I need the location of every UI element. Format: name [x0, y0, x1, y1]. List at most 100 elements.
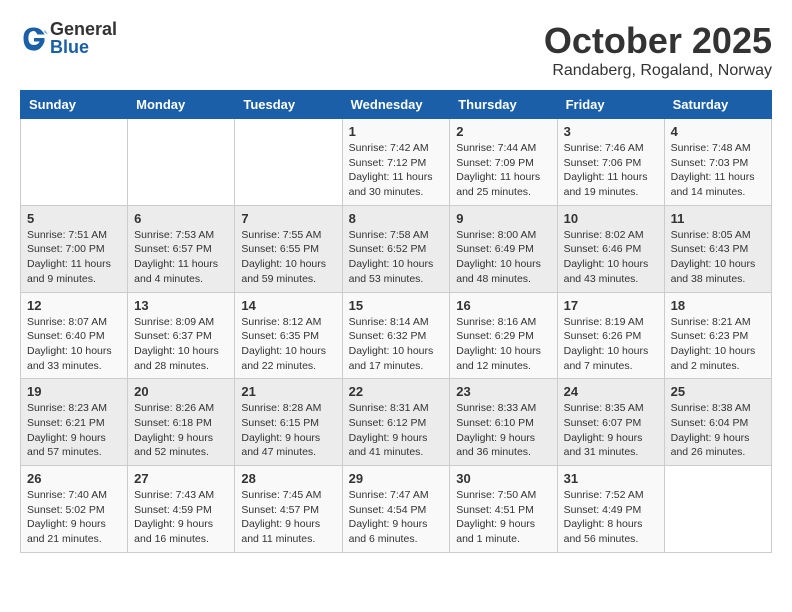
day-number: 5: [27, 211, 121, 226]
calendar-cell: 15Sunrise: 8:14 AMSunset: 6:32 PMDayligh…: [342, 292, 450, 379]
day-info: Sunrise: 7:55 AMSunset: 6:55 PMDaylight:…: [241, 228, 335, 287]
day-number: 30: [456, 471, 550, 486]
day-number: 8: [349, 211, 444, 226]
calendar-cell: 5 Sunrise: 7:51 AMSunset: 7:00 PMDaylight…: [21, 205, 128, 292]
day-number: 1: [349, 124, 444, 139]
weekday-header-tuesday: Tuesday: [235, 91, 342, 119]
calendar-cell: 30 Sunrise: 7:50 AMSunset: 4:51 PMDayligh…: [450, 466, 557, 553]
calendar-cell: 1 Sunrise: 7:42 AMSunset: 7:12 PMDaylight…: [342, 119, 450, 206]
day-info: Sunrise: 8:31 AMSunset: 6:12 PMDaylight:…: [349, 401, 444, 460]
day-info: Sunrise: 8:00 AMSunset: 6:49 PMDaylight:…: [456, 228, 550, 287]
day-info: Sunrise: 8:12 AMSunset: 6:35 PMDaylight:…: [241, 315, 335, 374]
day-number: 22: [349, 384, 444, 399]
calendar-cell: 14 Sunrise: 8:12 AMSunset: 6:35 PMDayligh…: [235, 292, 342, 379]
day-info: Sunrise: 8:21 AMSunset: 6:23 PMDaylight:…: [671, 315, 765, 374]
calendar-cell: 23 Sunrise: 8:33 AMSunset: 6:10 PMDayligh…: [450, 379, 557, 466]
day-info: Sunrise: 8:19 AMSunset: 6:26 PMDaylight:…: [564, 315, 658, 374]
day-number: 10: [564, 211, 658, 226]
logo-text: General Blue: [50, 20, 117, 56]
weekday-header-friday: Friday: [557, 91, 664, 119]
day-number: 17: [564, 298, 658, 313]
day-number: 2: [456, 124, 550, 139]
day-number: 11: [671, 211, 765, 226]
calendar-cell: 11 Sunrise: 8:05 AMSunset: 6:43 PMDayligh…: [664, 205, 771, 292]
day-info: Sunrise: 7:42 AMSunset: 7:12 PMDaylight:…: [349, 141, 444, 200]
day-info: Sunrise: 8:23 AMSunset: 6:21 PMDaylight:…: [27, 401, 121, 460]
page-header: General Blue October 2025 Randaberg, Rog…: [20, 20, 772, 80]
day-info: Sunrise: 7:52 AMSunset: 4:49 PMDaylight:…: [564, 488, 658, 547]
day-info: Sunrise: 7:40 AMSunset: 5:02 PMDaylight:…: [27, 488, 121, 547]
calendar-cell: 12 Sunrise: 8:07 AMSunset: 6:40 PMDayligh…: [21, 292, 128, 379]
weekday-header-thursday: Thursday: [450, 91, 557, 119]
calendar-cell: 29 Sunrise: 7:47 AMSunset: 4:54 PMDayligh…: [342, 466, 450, 553]
weekday-header-wednesday: Wednesday: [342, 91, 450, 119]
day-info: Sunrise: 8:09 AMSunset: 6:37 PMDaylight:…: [134, 315, 228, 374]
day-number: 3: [564, 124, 658, 139]
day-info: Sunrise: 8:14 AMSunset: 6:32 PMDaylight:…: [349, 315, 444, 374]
day-info: Sunrise: 7:50 AMSunset: 4:51 PMDaylight:…: [456, 488, 550, 547]
calendar-week-row: 5 Sunrise: 7:51 AMSunset: 7:00 PMDaylight…: [21, 205, 772, 292]
calendar-cell: 24Sunrise: 8:35 AMSunset: 6:07 PMDayligh…: [557, 379, 664, 466]
day-number: 12: [27, 298, 121, 313]
day-number: 14: [241, 298, 335, 313]
day-info: Sunrise: 8:35 AMSunset: 6:07 PMDaylight:…: [564, 401, 658, 460]
calendar-cell: [21, 119, 128, 206]
weekday-header-sunday: Sunday: [21, 91, 128, 119]
day-info: Sunrise: 7:46 AMSunset: 7:06 PMDaylight:…: [564, 141, 658, 200]
day-info: Sunrise: 7:58 AMSunset: 6:52 PMDaylight:…: [349, 228, 444, 287]
day-number: 18: [671, 298, 765, 313]
weekday-header-row: SundayMondayTuesdayWednesdayThursdayFrid…: [21, 91, 772, 119]
day-info: Sunrise: 7:53 AMSunset: 6:57 PMDaylight:…: [134, 228, 228, 287]
day-number: 9: [456, 211, 550, 226]
day-info: Sunrise: 8:38 AMSunset: 6:04 PMDaylight:…: [671, 401, 765, 460]
day-number: 26: [27, 471, 121, 486]
month-title: October 2025: [544, 20, 772, 62]
day-number: 20: [134, 384, 228, 399]
day-number: 16: [456, 298, 550, 313]
day-info: Sunrise: 7:43 AMSunset: 4:59 PMDaylight:…: [134, 488, 228, 547]
day-number: 13: [134, 298, 228, 313]
calendar-cell: 22 Sunrise: 8:31 AMSunset: 6:12 PMDayligh…: [342, 379, 450, 466]
day-number: 7: [241, 211, 335, 226]
logo-icon: [20, 24, 48, 52]
calendar-cell: 18 Sunrise: 8:21 AMSunset: 6:23 PMDayligh…: [664, 292, 771, 379]
calendar-cell: 8 Sunrise: 7:58 AMSunset: 6:52 PMDaylight…: [342, 205, 450, 292]
calendar-cell: [128, 119, 235, 206]
calendar-week-row: 12 Sunrise: 8:07 AMSunset: 6:40 PMDayligh…: [21, 292, 772, 379]
weekday-header-monday: Monday: [128, 91, 235, 119]
day-number: 31: [564, 471, 658, 486]
day-info: Sunrise: 8:05 AMSunset: 6:43 PMDaylight:…: [671, 228, 765, 287]
day-info: Sunrise: 8:07 AMSunset: 6:40 PMDaylight:…: [27, 315, 121, 374]
day-info: Sunrise: 8:26 AMSunset: 6:18 PMDaylight:…: [134, 401, 228, 460]
day-info: Sunrise: 7:44 AMSunset: 7:09 PMDaylight:…: [456, 141, 550, 200]
calendar-cell: 7 Sunrise: 7:55 AMSunset: 6:55 PMDaylight…: [235, 205, 342, 292]
calendar-cell: 2 Sunrise: 7:44 AMSunset: 7:09 PMDaylight…: [450, 119, 557, 206]
calendar-cell: 9 Sunrise: 8:00 AMSunset: 6:49 PMDaylight…: [450, 205, 557, 292]
calendar-week-row: 19 Sunrise: 8:23 AMSunset: 6:21 PMDayligh…: [21, 379, 772, 466]
calendar-cell: 19 Sunrise: 8:23 AMSunset: 6:21 PMDayligh…: [21, 379, 128, 466]
day-number: 23: [456, 384, 550, 399]
calendar-cell: 16Sunrise: 8:16 AMSunset: 6:29 PMDayligh…: [450, 292, 557, 379]
day-number: 29: [349, 471, 444, 486]
day-info: Sunrise: 7:51 AMSunset: 7:00 PMDaylight:…: [27, 228, 121, 287]
calendar-cell: 13 Sunrise: 8:09 AMSunset: 6:37 PMDayligh…: [128, 292, 235, 379]
calendar-cell: 4Sunrise: 7:48 AMSunset: 7:03 PMDaylight…: [664, 119, 771, 206]
location: Randaberg, Rogaland, Norway: [544, 62, 772, 80]
calendar-cell: 10Sunrise: 8:02 AMSunset: 6:46 PMDayligh…: [557, 205, 664, 292]
day-info: Sunrise: 7:47 AMSunset: 4:54 PMDaylight:…: [349, 488, 444, 547]
day-number: 6: [134, 211, 228, 226]
calendar-cell: 3 Sunrise: 7:46 AMSunset: 7:06 PMDaylight…: [557, 119, 664, 206]
calendar-cell: 25Sunrise: 8:38 AMSunset: 6:04 PMDayligh…: [664, 379, 771, 466]
calendar-cell: 20 Sunrise: 8:26 AMSunset: 6:18 PMDayligh…: [128, 379, 235, 466]
calendar-cell: 17 Sunrise: 8:19 AMSunset: 6:26 PMDayligh…: [557, 292, 664, 379]
day-number: 28: [241, 471, 335, 486]
logo: General Blue: [20, 20, 117, 56]
day-number: 19: [27, 384, 121, 399]
title-section: October 2025 Randaberg, Rogaland, Norway: [544, 20, 772, 80]
calendar-cell: 6 Sunrise: 7:53 AMSunset: 6:57 PMDaylight…: [128, 205, 235, 292]
day-info: Sunrise: 8:33 AMSunset: 6:10 PMDaylight:…: [456, 401, 550, 460]
day-number: 27: [134, 471, 228, 486]
calendar-cell: 27 Sunrise: 7:43 AMSunset: 4:59 PMDayligh…: [128, 466, 235, 553]
day-info: Sunrise: 8:28 AMSunset: 6:15 PMDaylight:…: [241, 401, 335, 460]
calendar-cell: 28Sunrise: 7:45 AMSunset: 4:57 PMDayligh…: [235, 466, 342, 553]
